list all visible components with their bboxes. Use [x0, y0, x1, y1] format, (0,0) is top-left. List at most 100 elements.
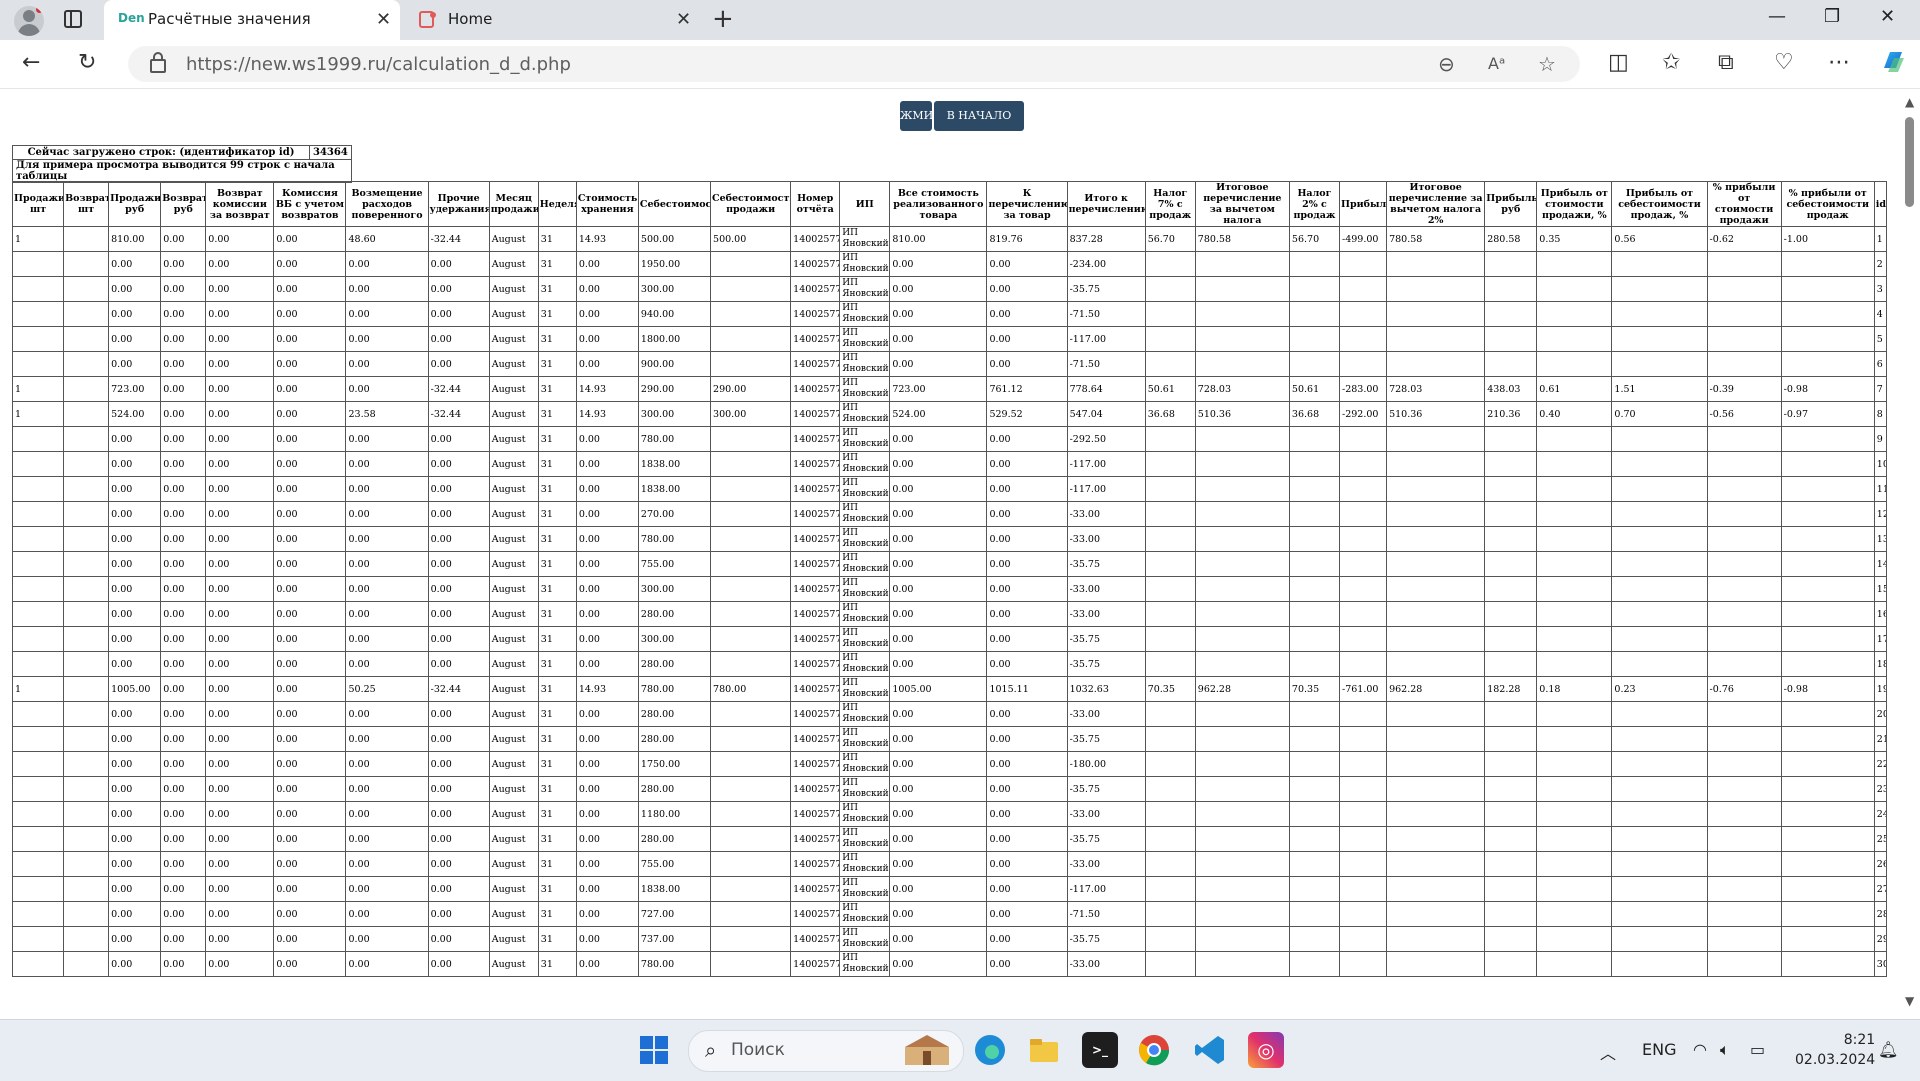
table-cell: [1706, 326, 1782, 352]
table-cell: [1144, 451, 1196, 477]
tab-actions-icon[interactable]: [64, 10, 82, 28]
table-cell: [1484, 501, 1538, 527]
table-cell: [1386, 701, 1486, 727]
vertical-scrollbar[interactable]: ▲ ▼: [1900, 89, 1920, 1019]
table-cell: -71.50: [1066, 301, 1146, 327]
tab-calculation[interactable]: Den Расчётные значения ✕: [104, 0, 400, 40]
favorites-icon[interactable]: ✩: [1662, 50, 1680, 75]
press-button[interactable]: ЖМИ!: [900, 101, 932, 131]
table-cell: [1780, 876, 1875, 902]
table-cell: -234.00: [1066, 251, 1146, 277]
to-start-button[interactable]: В НАЧАЛО: [934, 101, 1024, 131]
table-cell: [1611, 801, 1708, 827]
table-cell: 0.00: [205, 926, 275, 952]
zoom-out-icon[interactable]: ⊖: [1438, 52, 1455, 76]
table-cell: [1484, 951, 1538, 977]
table-cell: [710, 826, 792, 852]
close-window-icon[interactable]: ✕: [1880, 6, 1895, 27]
wifi-icon[interactable]: ◠: [1693, 1040, 1707, 1059]
table-cell: [63, 276, 110, 302]
table-cell: 14002577: [790, 826, 841, 852]
terminal-icon[interactable]: >_: [1082, 1032, 1118, 1068]
column-header: Налог 7% с продаж: [1144, 181, 1196, 227]
table-cell: ИП Яновский: [839, 901, 891, 927]
read-aloud-icon[interactable]: Aᵃ: [1488, 54, 1505, 73]
minimize-icon[interactable]: —: [1768, 6, 1786, 27]
column-header: Прибыль от себестоимости продаж, %: [1611, 181, 1708, 227]
clock-date: 02.03.2024: [1795, 1052, 1876, 1068]
restore-icon[interactable]: ❐: [1824, 6, 1840, 27]
table-cell: -1.00: [1780, 226, 1875, 252]
table-cell: [1338, 551, 1388, 577]
table-cell: [63, 801, 110, 827]
table-cell: 0.00: [889, 251, 988, 277]
close-tab-icon[interactable]: ✕: [676, 9, 691, 30]
table-cell: 0.00: [205, 726, 275, 752]
table-cell: 31: [537, 401, 577, 427]
table-cell: 728.03: [1194, 376, 1290, 402]
table-cell: [1611, 276, 1708, 302]
vscode-icon[interactable]: [1192, 1032, 1228, 1068]
taskbar-search[interactable]: ⌕ Поиск: [688, 1030, 964, 1072]
table-cell: 0.00: [889, 576, 988, 602]
clock[interactable]: 8:21 02.03.2024: [1795, 1030, 1875, 1070]
back-icon[interactable]: ←: [22, 50, 40, 75]
url-text[interactable]: https://new.ws1999.ru/calculation_d_d.ph…: [186, 54, 571, 75]
table-cell: [63, 926, 110, 952]
table-cell: [1144, 351, 1196, 377]
browser-essentials-icon[interactable]: ♡: [1774, 50, 1794, 75]
table-cell: -117.00: [1066, 326, 1146, 352]
refresh-icon[interactable]: ↻: [78, 50, 96, 75]
table-cell: [1386, 876, 1486, 902]
table-cell: 755.00: [637, 851, 712, 877]
file-explorer-icon[interactable]: [1026, 1032, 1062, 1068]
table-cell: 0.00: [986, 426, 1068, 452]
copilot-icon[interactable]: [1878, 46, 1908, 82]
table-cell: 547.04: [1066, 401, 1146, 427]
table-cell: [1386, 826, 1486, 852]
table-cell: [1536, 951, 1613, 977]
table-cell: 761.12: [986, 376, 1068, 402]
instagram-icon[interactable]: ◎: [1248, 1032, 1284, 1068]
table-cell: 0.00: [345, 926, 429, 952]
windows-start-icon[interactable]: [640, 1036, 668, 1064]
table-cell: [1194, 876, 1290, 902]
table-cell: 0.00: [160, 526, 207, 552]
scroll-down-icon[interactable]: ▼: [1905, 994, 1914, 1008]
collections-icon[interactable]: ⧉: [1718, 50, 1734, 75]
table-cell: 1: [11, 226, 65, 252]
chrome-icon[interactable]: [1136, 1032, 1172, 1068]
show-hidden-icons-icon[interactable]: ︿: [1600, 1040, 1616, 1064]
edge-browser-icon[interactable]: [972, 1032, 1008, 1068]
table-cell: 28: [1873, 901, 1888, 927]
more-options-icon[interactable]: ⋯: [1828, 50, 1850, 75]
battery-icon[interactable]: ▭: [1750, 1040, 1765, 1059]
scroll-thumb[interactable]: [1905, 117, 1914, 207]
language-indicator[interactable]: ENG: [1642, 1040, 1676, 1059]
table-cell: -33.00: [1066, 851, 1146, 877]
table-header-row: Продажи, штВозврат, штПродажи, рубВозвра…: [11, 181, 1888, 227]
new-tab-icon[interactable]: +: [712, 4, 734, 34]
address-bar[interactable]: https://new.ws1999.ru/calculation_d_d.ph…: [128, 46, 1580, 82]
table-cell: 0.00: [427, 751, 490, 777]
split-screen-icon[interactable]: ◫: [1608, 50, 1629, 75]
table-cell: 0.00: [575, 951, 639, 977]
table-cell: 0.00: [108, 601, 162, 627]
profile-avatar-icon[interactable]: [14, 6, 44, 36]
table-cell: [1386, 276, 1486, 302]
favorite-star-icon[interactable]: ☆: [1538, 52, 1556, 76]
table-cell: [1536, 751, 1613, 777]
tab-home[interactable]: Home ✕: [404, 0, 700, 40]
table-cell: [1611, 901, 1708, 927]
table-cell: [1780, 476, 1875, 502]
table-cell: 280.00: [637, 776, 712, 802]
notifications-bell-icon[interactable]: 🔔︎: [1878, 1040, 1898, 1059]
table-row: 1 810.00 0.00 0.00 0.00 48.60 -32.44 August 31 14…: [11, 226, 1888, 252]
volume-icon[interactable]: 🔈︎: [1720, 1040, 1730, 1060]
table-cell: -0.39: [1706, 376, 1782, 402]
table-cell: [1386, 626, 1486, 652]
scroll-up-icon[interactable]: ▲: [1905, 95, 1914, 109]
table-cell: ИП Яновский: [839, 876, 891, 902]
lock-icon[interactable]: [150, 52, 166, 73]
close-tab-icon[interactable]: ✕: [376, 9, 391, 30]
